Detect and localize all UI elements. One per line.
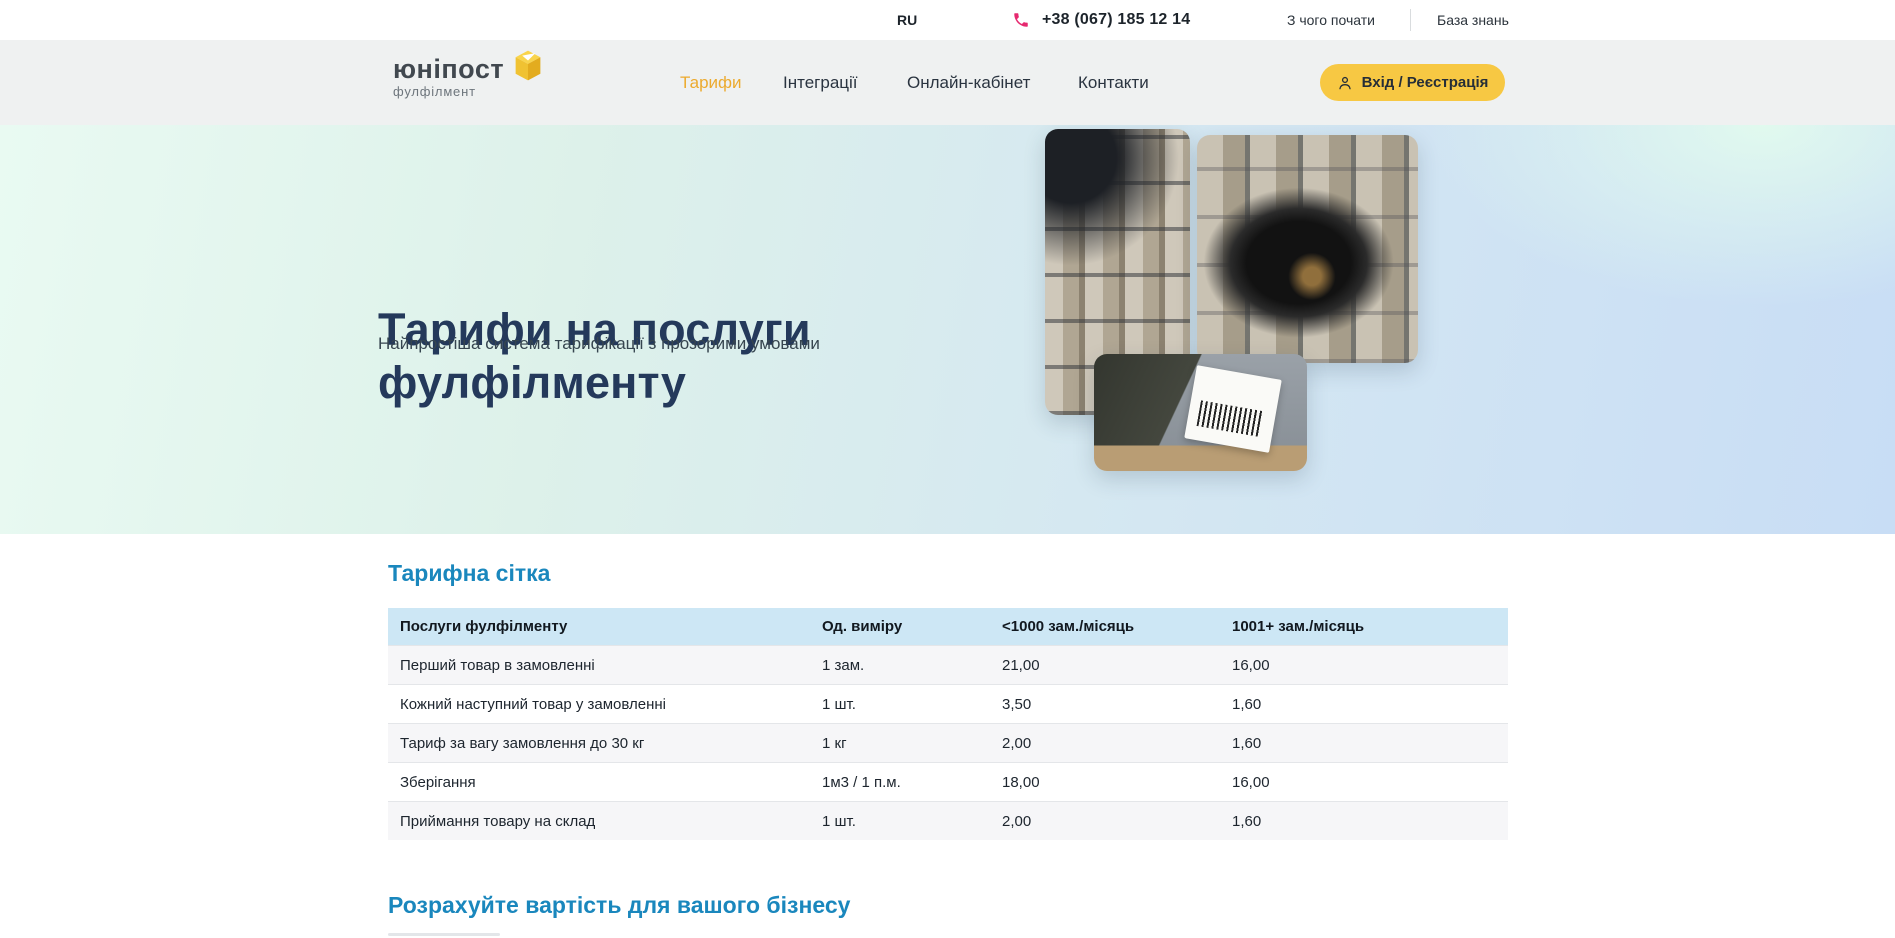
nav-item-integrations[interactable]: Інтеграції [783, 40, 858, 125]
tariffs-page: { "page": { "title": "Тарифи на послуги … [0, 0, 1895, 938]
unit-cell: 1 шт. [822, 802, 1002, 841]
unit-cell: 1м3 / 1 п.м. [822, 763, 1002, 802]
service-cell: Приймання товару на склад [388, 802, 822, 841]
table-row: Перший товар в замовленні 1 зам. 21,00 1… [388, 646, 1508, 685]
price-over-1001-cell: 16,00 [1232, 646, 1508, 685]
service-cell: Кожний наступний товар у замовленні [388, 685, 822, 724]
nav-item-tariffs[interactable]: Тарифи [680, 40, 742, 125]
table-row: Тариф за вагу замовлення до 30 кг 1 кг 2… [388, 724, 1508, 763]
login-register-button[interactable]: Вхід / Реєстрація [1320, 64, 1505, 101]
topbar-divider [1410, 9, 1411, 31]
pricing-table: Послуги фулфілменту Од. виміру <1000 зам… [388, 608, 1508, 840]
unit-cell: 1 зам. [822, 646, 1002, 685]
price-over-1001-cell: 1,60 [1232, 802, 1508, 841]
logo-tagline: фулфілмент [393, 84, 553, 99]
unit-cell: 1 кг [822, 724, 1002, 763]
price-over-1001-cell: 1,60 [1232, 724, 1508, 763]
phone-icon [1012, 11, 1030, 29]
login-register-label: Вхід / Реєстрація [1362, 74, 1489, 91]
price-under-1000-cell: 3,50 [1002, 685, 1232, 724]
table-row: Приймання товару на склад 1 шт. 2,00 1,6… [388, 802, 1508, 841]
column-header-service: Послуги фулфілменту [388, 608, 822, 646]
shipping-label-printer-photo [1094, 354, 1307, 471]
unit-cell: 1 шт. [822, 685, 1002, 724]
logo[interactable]: юніпост фулфілмент [393, 55, 553, 99]
topbar-link-getting-started[interactable]: З чого почати [1287, 0, 1375, 40]
top-bar: RU +38 (067) 185 12 14 З чого почати Баз… [0, 0, 1895, 40]
price-over-1001-cell: 16,00 [1232, 763, 1508, 802]
price-under-1000-cell: 2,00 [1002, 724, 1232, 763]
pricing-section-title: Тарифна сітка [388, 560, 550, 587]
page-subtitle: Найпростіша система тарифікації з прозор… [378, 334, 820, 354]
shipping-label [1184, 365, 1282, 453]
column-header-under-1000: <1000 зам./місяць [1002, 608, 1232, 646]
user-icon [1337, 75, 1353, 91]
barcode-graphic [1197, 400, 1265, 437]
hero-section: Тарифи на послугифулфілменту Найпростіша… [0, 125, 1895, 534]
black-package-handling-photo [1197, 135, 1418, 363]
topbar-link-knowledge-base[interactable]: База знань [1437, 0, 1509, 40]
phone-number: +38 (067) 185 12 14 [1042, 11, 1190, 29]
service-cell: Зберігання [388, 763, 822, 802]
price-under-1000-cell: 18,00 [1002, 763, 1232, 802]
page-title: Тарифи на послугифулфілменту [378, 303, 938, 409]
below-fold-element-edge [388, 933, 500, 936]
price-over-1001-cell: 1,60 [1232, 685, 1508, 724]
column-header-over-1001: 1001+ зам./місяць [1232, 608, 1508, 646]
table-row: Зберігання 1м3 / 1 п.м. 18,00 16,00 [388, 763, 1508, 802]
logo-cube-icon [513, 49, 543, 82]
table-header-row: Послуги фулфілменту Од. виміру <1000 зам… [388, 608, 1508, 646]
service-cell: Тариф за вагу замовлення до 30 кг [388, 724, 822, 763]
table-row: Кожний наступний товар у замовленні 1 шт… [388, 685, 1508, 724]
site-header: юніпост фулфілмент Тарифи Інтеграції Онл… [0, 40, 1895, 125]
phone-link[interactable]: +38 (067) 185 12 14 [1012, 0, 1190, 40]
nav-item-contacts[interactable]: Контакти [1078, 40, 1149, 125]
calculator-section-title: Розрахуйте вартість для вашого бізнесу [388, 892, 850, 919]
column-header-unit: Од. виміру [822, 608, 1002, 646]
price-under-1000-cell: 2,00 [1002, 802, 1232, 841]
price-under-1000-cell: 21,00 [1002, 646, 1232, 685]
service-cell: Перший товар в замовленні [388, 646, 822, 685]
nav-item-online-cabinet[interactable]: Онлайн-кабінет [907, 40, 1030, 125]
language-selector[interactable]: RU [897, 0, 917, 40]
